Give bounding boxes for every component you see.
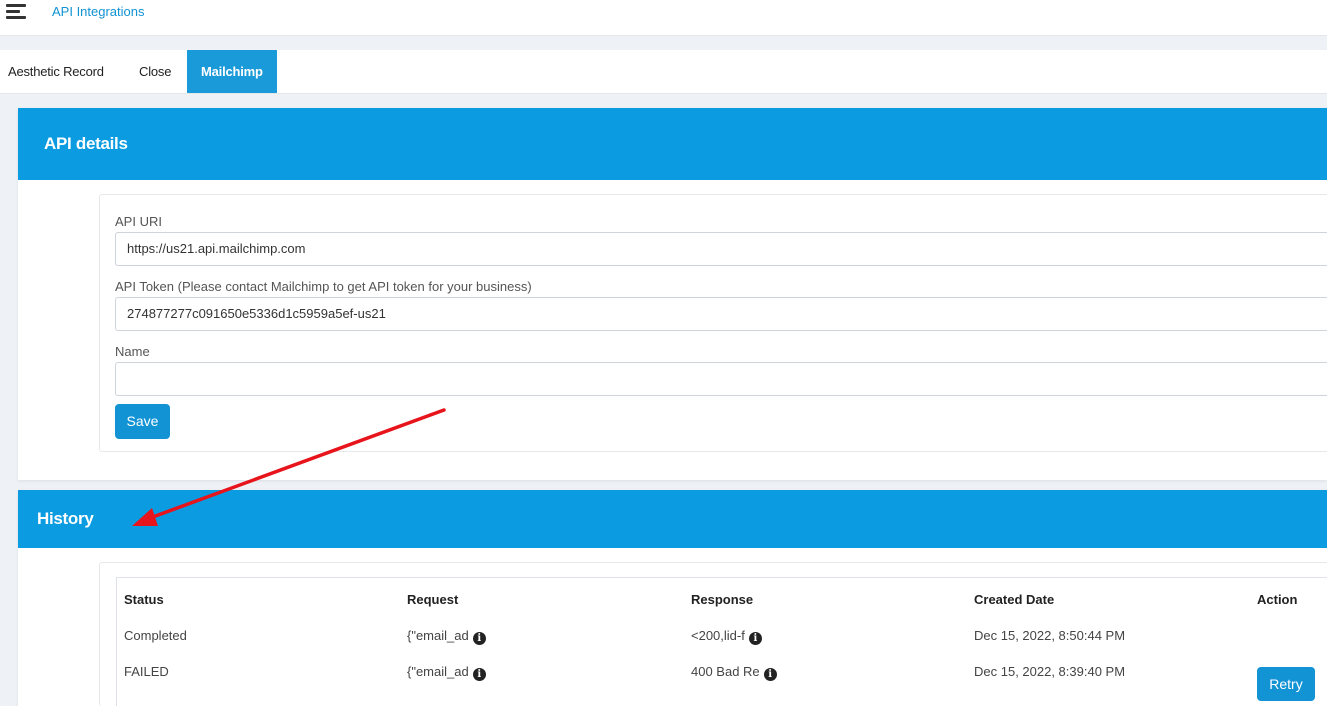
- column-header-status: Status: [124, 592, 164, 607]
- row-response-text: 400 Bad Re: [691, 664, 760, 679]
- row-request-text: {"email_ad: [407, 628, 469, 643]
- row-request: {"email_ad i: [407, 664, 486, 681]
- row-created-date: Dec 15, 2022, 8:50:44 PM: [974, 628, 1126, 643]
- info-icon[interactable]: i: [472, 632, 486, 645]
- info-icon[interactable]: i: [763, 668, 777, 681]
- tab-aesthetic-record[interactable]: Aesthetic Record: [8, 50, 104, 93]
- row-request: {"email_ad i: [407, 628, 486, 645]
- api-details-title: API details: [18, 108, 1327, 180]
- save-button[interactable]: Save: [115, 404, 170, 439]
- row-status: Completed: [124, 628, 187, 643]
- api-details-form: API URI https://us21.api.mailchimp.com A…: [99, 194, 1327, 452]
- history-card: History Status Request Response Created …: [18, 490, 1327, 706]
- api-token-label: API Token (Please contact Mailchimp to g…: [115, 279, 532, 294]
- row-response: <200,lid-f i: [691, 628, 762, 645]
- hamburger-menu-icon[interactable]: [6, 4, 28, 20]
- api-uri-input[interactable]: https://us21.api.mailchimp.com: [115, 232, 1327, 266]
- name-input[interactable]: [115, 362, 1327, 396]
- integration-tabs: Aesthetic Record Close Mailchimp: [0, 50, 1327, 94]
- column-header-created-date: Created Date: [974, 592, 1055, 607]
- history-container: Status Request Response Created Date Act…: [99, 562, 1327, 706]
- history-title: History: [18, 490, 1327, 548]
- row-response-text: <200,lid-f: [691, 628, 745, 643]
- column-header-action: Action: [1257, 592, 1298, 607]
- retry-button[interactable]: Retry: [1257, 667, 1315, 701]
- row-created-date: Dec 15, 2022, 8:39:40 PM: [974, 664, 1126, 679]
- breadcrumb[interactable]: API Integrations: [52, 4, 145, 19]
- tab-close[interactable]: Close: [139, 50, 171, 93]
- api-token-input[interactable]: 274877277c091650e5336d1c5959a5ef-us21: [115, 297, 1327, 331]
- top-bar: API Integrations: [0, 0, 1327, 36]
- api-uri-label: API URI: [115, 214, 162, 229]
- history-table: Status Request Response Created Date Act…: [116, 577, 1327, 706]
- row-status: FAILED: [124, 664, 169, 679]
- name-label: Name: [115, 344, 150, 359]
- row-response: 400 Bad Re i: [691, 664, 777, 681]
- info-icon[interactable]: i: [748, 632, 762, 645]
- column-header-request: Request: [407, 592, 459, 607]
- column-header-response: Response: [691, 592, 754, 607]
- row-request-text: {"email_ad: [407, 664, 469, 679]
- info-icon[interactable]: i: [472, 668, 486, 681]
- api-details-card: API details API URI https://us21.api.mai…: [18, 108, 1327, 480]
- tab-mailchimp[interactable]: Mailchimp: [187, 50, 277, 93]
